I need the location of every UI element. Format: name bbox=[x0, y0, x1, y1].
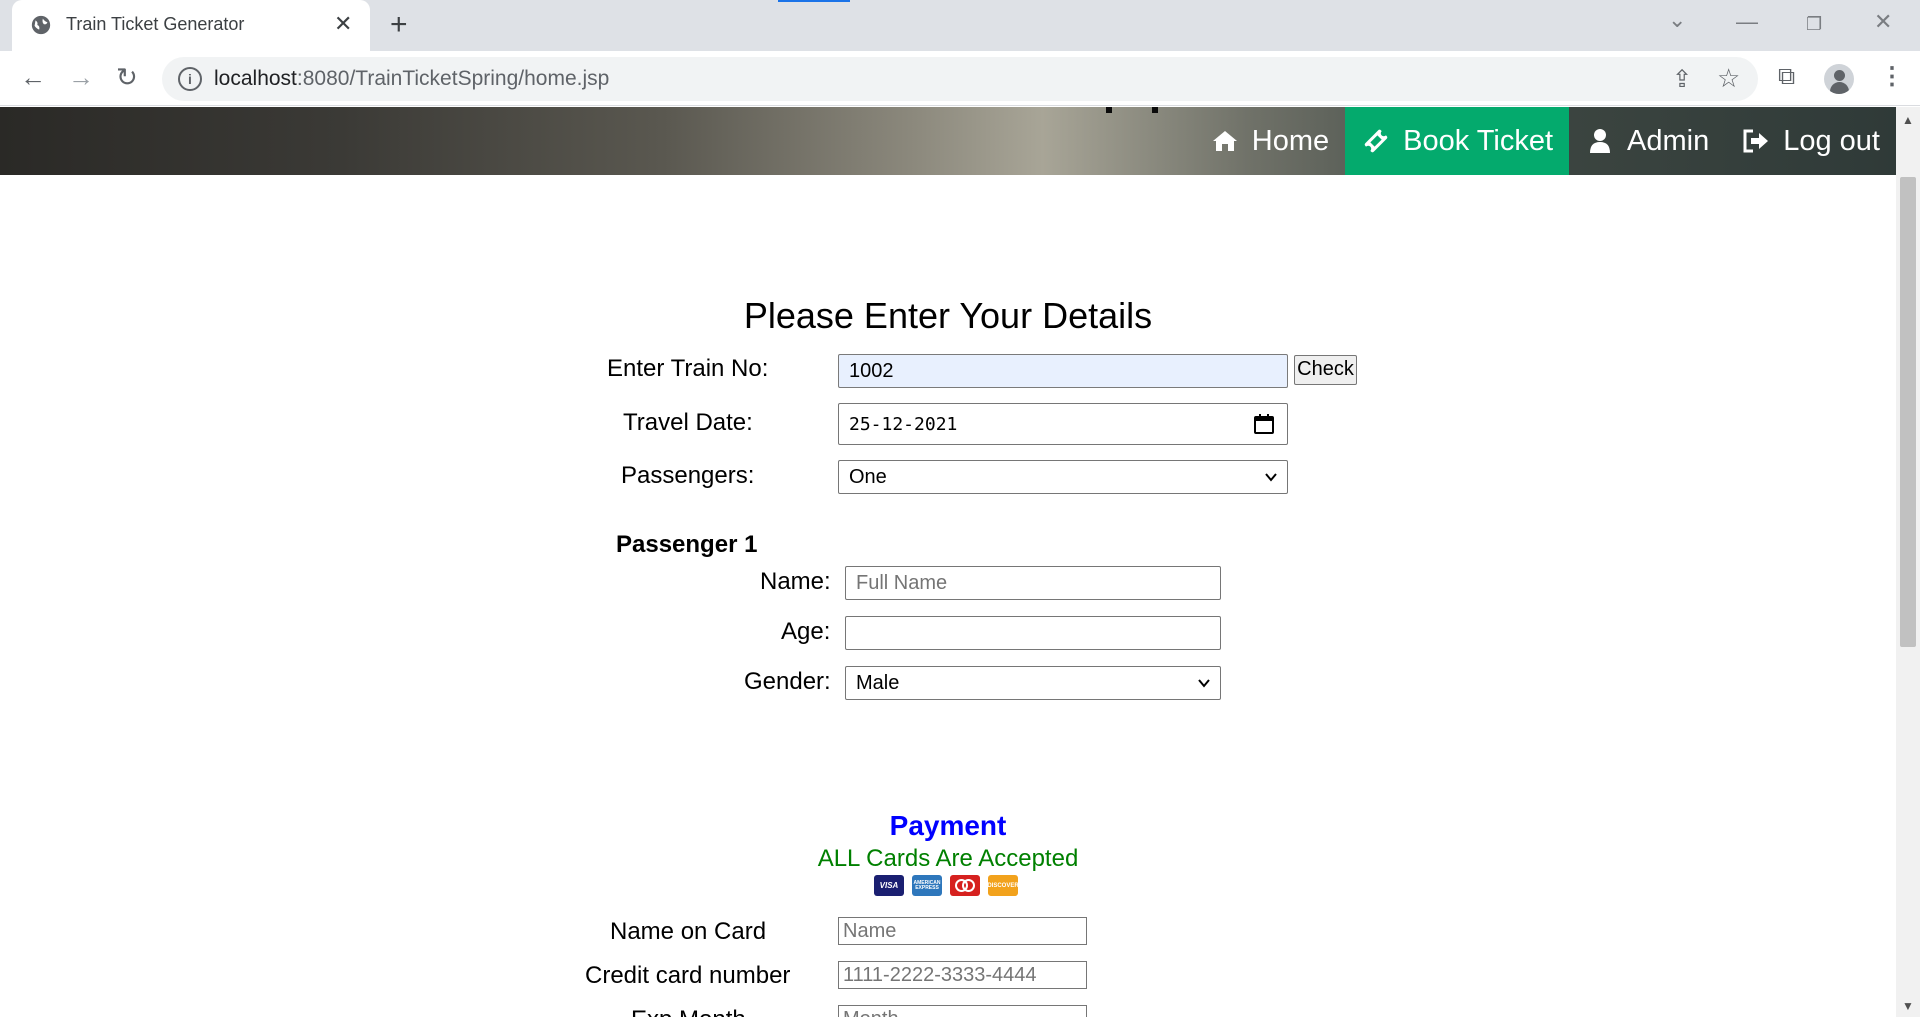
close-tab-icon[interactable]: ✕ bbox=[334, 12, 352, 36]
card-number-placeholder: 1111-2222-3333-4444 bbox=[843, 963, 1037, 986]
train-no-label: Enter Train No: bbox=[607, 355, 769, 382]
visa-icon: VISA bbox=[874, 875, 904, 896]
browser-toolbar: ← → ↻ i localhost:8080/TrainTicketSpring… bbox=[0, 51, 1920, 106]
tab-search-icon[interactable]: ⌄ bbox=[1668, 8, 1686, 32]
passenger-heading: Passenger 1 bbox=[616, 531, 758, 558]
scroll-up-icon[interactable]: ▲ bbox=[1902, 113, 1914, 127]
passenger-gender-select[interactable]: Male bbox=[845, 666, 1221, 700]
user-icon bbox=[1585, 126, 1615, 156]
travel-date-value: 25-12-2021 bbox=[849, 413, 958, 435]
restore-icon[interactable]: ❐ bbox=[1806, 12, 1822, 36]
page-scrollbar[interactable]: ▲ ▼ bbox=[1896, 107, 1920, 1017]
bookmark-star-icon[interactable]: ☆ bbox=[1717, 63, 1740, 94]
check-button[interactable]: Check bbox=[1294, 355, 1357, 385]
ticket-icon bbox=[1361, 126, 1391, 156]
site-header: Home Book Ticket Admin Log out bbox=[0, 107, 1896, 175]
minimize-icon[interactable]: — bbox=[1736, 10, 1758, 34]
scrollbar-thumb[interactable] bbox=[1900, 177, 1916, 647]
browser-tab[interactable]: Train Ticket Generator ✕ bbox=[12, 0, 370, 51]
passengers-label: Passengers: bbox=[621, 462, 755, 489]
train-no-input[interactable]: 1002 bbox=[838, 354, 1288, 388]
nav-book-ticket[interactable]: Book Ticket bbox=[1345, 107, 1570, 175]
passengers-value: One bbox=[849, 465, 887, 488]
nav-home[interactable]: Home bbox=[1194, 107, 1345, 175]
travel-date-input[interactable]: 25-12-2021 bbox=[838, 403, 1288, 445]
nav-home-label: Home bbox=[1251, 124, 1330, 157]
payment-subtitle: ALL Cards Are Accepted bbox=[817, 845, 1079, 872]
browser-tabstrip: Train Ticket Generator ✕ + ⌄ — ❐ ✕ bbox=[0, 0, 1920, 51]
passenger-gender-value: Male bbox=[856, 671, 900, 694]
card-name-input[interactable]: Name bbox=[838, 917, 1087, 945]
loading-indicator bbox=[778, 0, 850, 2]
card-name-placeholder: Name bbox=[843, 919, 897, 942]
exp-month-input[interactable]: Month bbox=[838, 1005, 1087, 1017]
nav-logout[interactable]: Log out bbox=[1725, 107, 1896, 175]
back-icon[interactable]: ← bbox=[20, 63, 46, 91]
passenger-name-label: Name: bbox=[760, 568, 831, 595]
mastercard-icon bbox=[950, 875, 980, 896]
page-viewport: Home Book Ticket Admin Log out Please En… bbox=[0, 107, 1896, 1017]
nav-admin-label: Admin bbox=[1627, 124, 1710, 157]
scroll-down-icon[interactable]: ▼ bbox=[1902, 999, 1914, 1013]
passengers-select[interactable]: One bbox=[838, 460, 1288, 494]
card-number-label: Credit card number bbox=[585, 962, 791, 989]
amex-icon: AMERICAN EXPRESS bbox=[912, 875, 942, 896]
nav-logout-label: Log out bbox=[1783, 124, 1880, 157]
chevron-down-icon bbox=[1198, 679, 1210, 688]
discover-icon: DISCOVER bbox=[987, 875, 1019, 896]
travel-date-label: Travel Date: bbox=[623, 409, 753, 436]
passenger-name-input[interactable]: Full Name bbox=[845, 566, 1221, 600]
passenger-gender-label: Gender: bbox=[744, 668, 831, 695]
tab-title: Train Ticket Generator bbox=[66, 14, 245, 34]
url-text[interactable]: localhost:8080/TrainTicketSpring/home.js… bbox=[214, 67, 609, 91]
passenger-age-input[interactable] bbox=[845, 616, 1221, 650]
passenger-age-label: Age: bbox=[781, 618, 831, 645]
chevron-down-icon bbox=[1265, 473, 1277, 482]
card-name-label: Name on Card bbox=[610, 918, 767, 945]
new-tab-icon[interactable]: + bbox=[390, 9, 408, 41]
page-title: Please Enter Your Details bbox=[743, 295, 1153, 336]
share-icon[interactable]: ⇪ bbox=[1672, 65, 1692, 94]
logout-icon bbox=[1741, 126, 1771, 156]
nav-book-ticket-label: Book Ticket bbox=[1403, 124, 1554, 157]
reload-icon[interactable]: ↻ bbox=[116, 63, 138, 91]
profile-avatar-icon[interactable] bbox=[1824, 64, 1854, 94]
extensions-icon[interactable]: ⧉ bbox=[1778, 63, 1795, 91]
site-info-icon[interactable]: i bbox=[178, 67, 202, 91]
payment-title: Payment bbox=[889, 810, 1007, 841]
globe-icon bbox=[31, 15, 51, 35]
main-nav: Home Book Ticket Admin Log out bbox=[1194, 107, 1896, 175]
menu-kebab-icon[interactable]: ⋮ bbox=[1880, 63, 1904, 91]
header-decoration bbox=[1106, 107, 1166, 115]
exp-month-placeholder: Month bbox=[843, 1008, 899, 1017]
close-window-icon[interactable]: ✕ bbox=[1874, 10, 1892, 34]
home-icon bbox=[1210, 126, 1240, 156]
accepted-cards: VISA AMERICAN EXPRESS DISCOVER bbox=[874, 875, 1019, 899]
nav-admin[interactable]: Admin bbox=[1569, 107, 1725, 175]
train-no-value: 1002 bbox=[849, 359, 894, 382]
card-number-input[interactable]: 1111-2222-3333-4444 bbox=[838, 961, 1087, 989]
passenger-name-placeholder: Full Name bbox=[856, 571, 948, 594]
forward-icon[interactable]: → bbox=[68, 63, 94, 91]
calendar-icon[interactable] bbox=[1253, 413, 1275, 435]
exp-month-label: Exp Month bbox=[631, 1006, 746, 1017]
address-bar[interactable]: i localhost:8080/TrainTicketSpring/home.… bbox=[162, 57, 1758, 101]
